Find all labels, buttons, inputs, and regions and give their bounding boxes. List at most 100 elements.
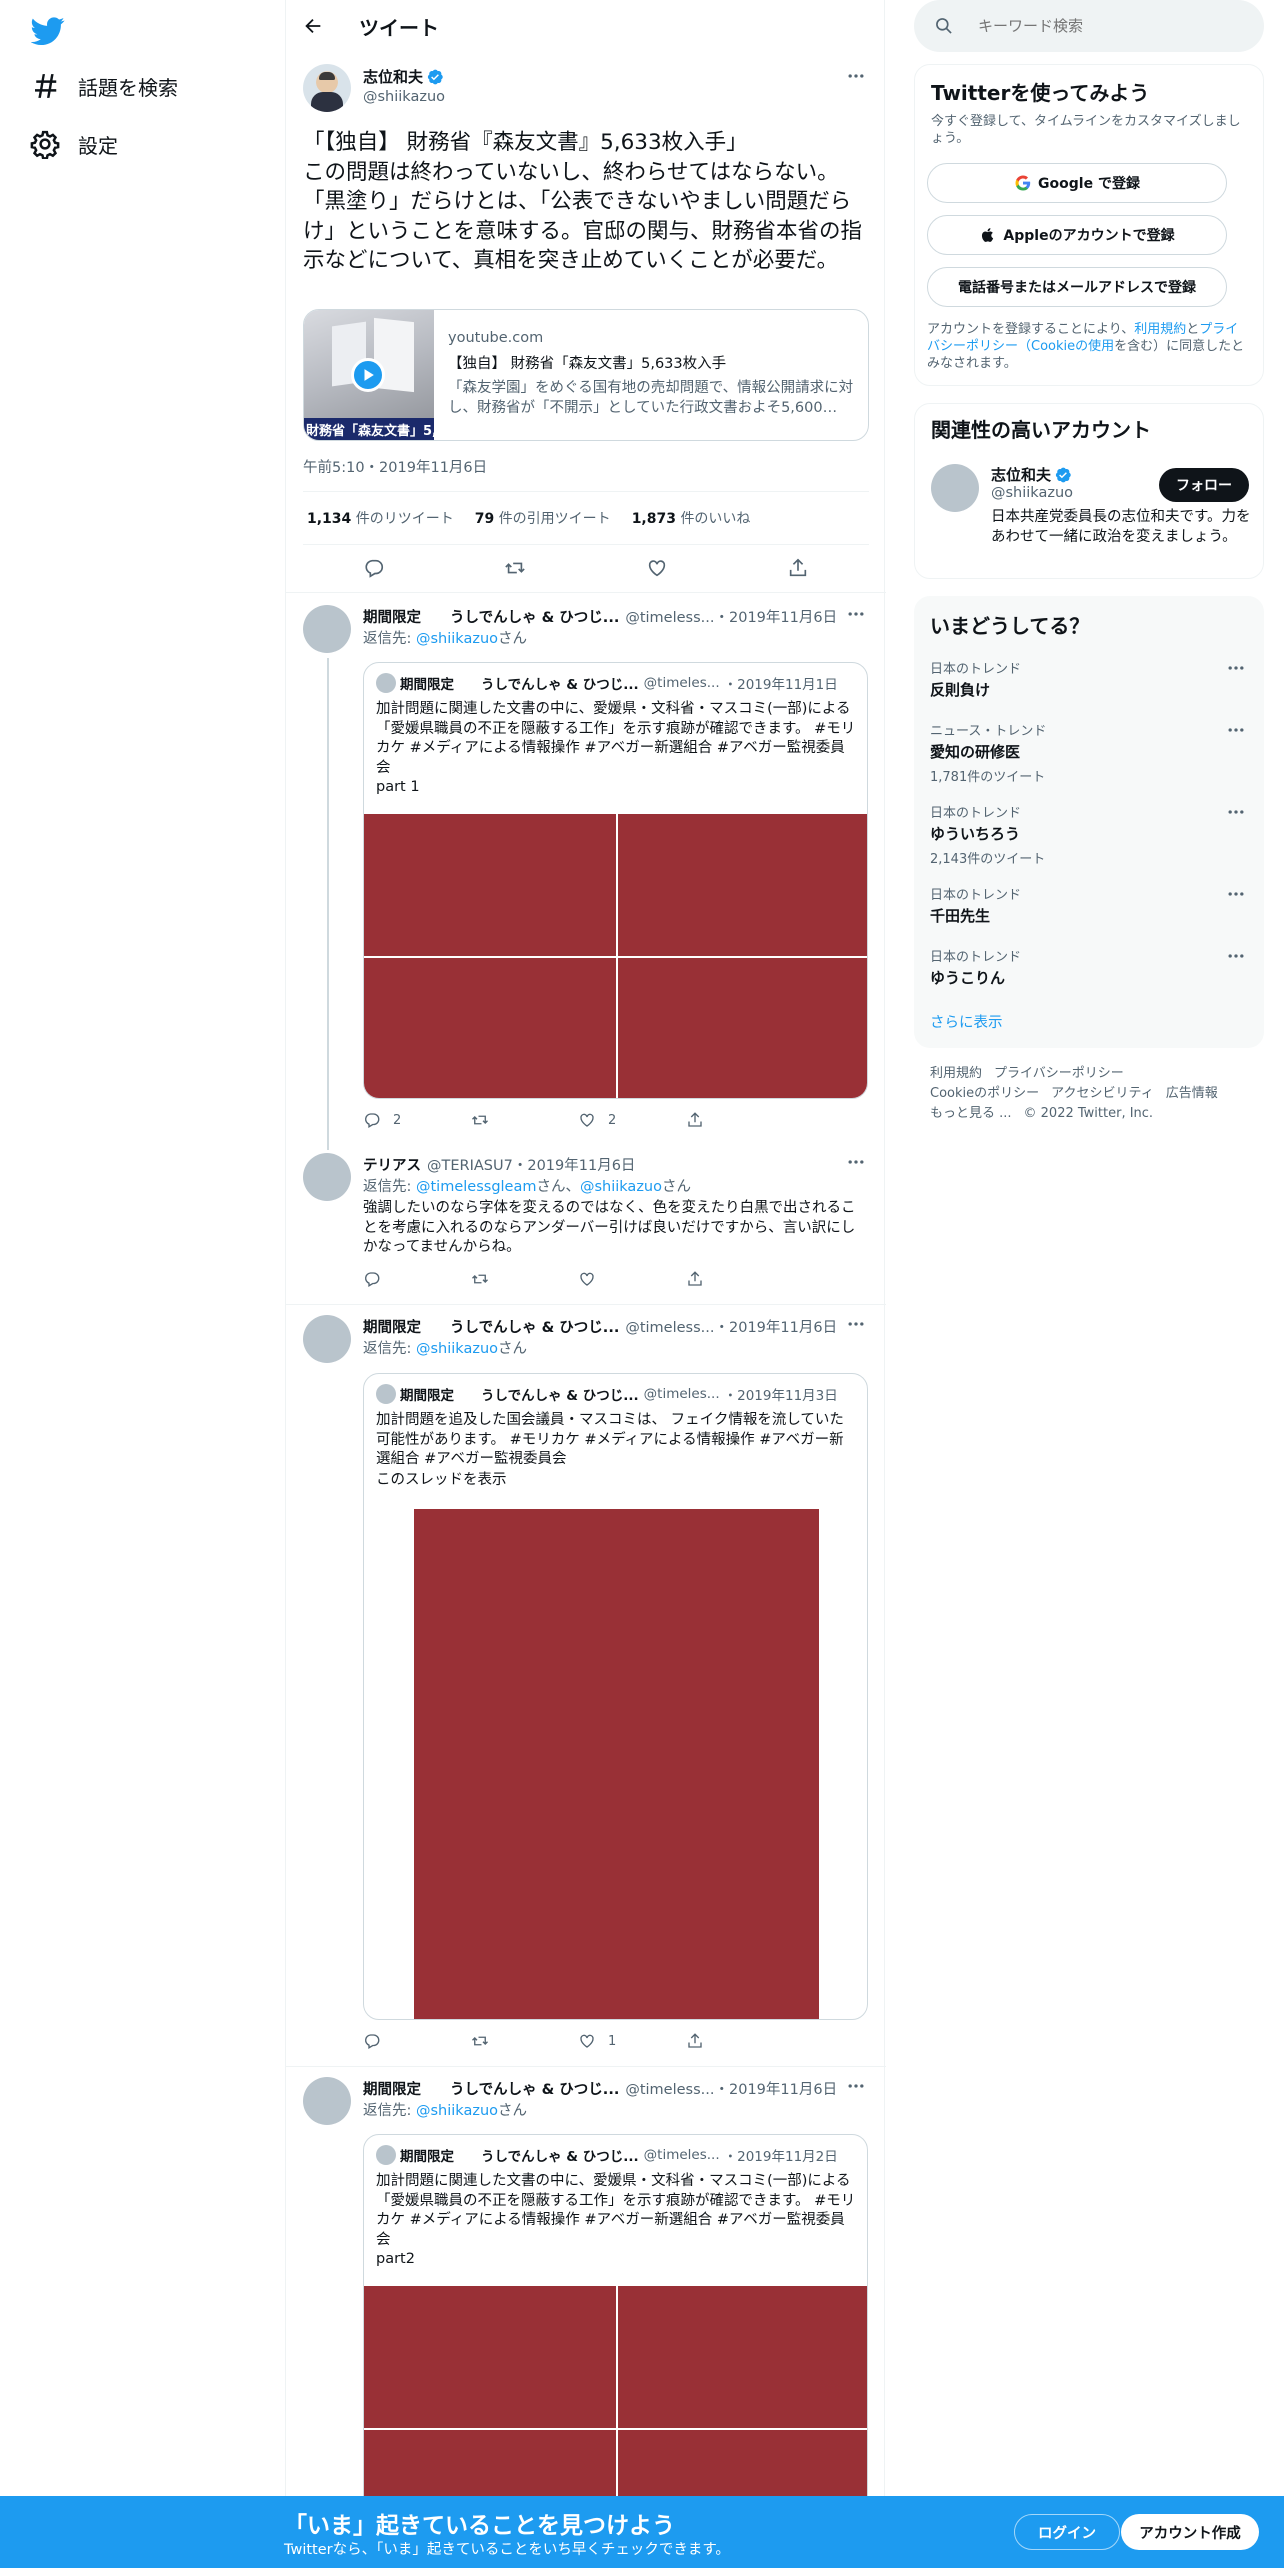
author-handle: @shiikazuo bbox=[363, 89, 446, 105]
media-image[interactable] bbox=[364, 957, 616, 1098]
trend-item[interactable]: 日本のトレンド ゆうこりん bbox=[930, 946, 1248, 988]
trend-item[interactable]: ニュース・トレンド 愛知の研修医 1,781件のツイート bbox=[930, 720, 1248, 785]
more-options-icon[interactable] bbox=[846, 2076, 870, 2100]
like-button[interactable] bbox=[578, 1270, 686, 1288]
quotes-count: 79 bbox=[474, 511, 495, 527]
trend-name: 反則負け bbox=[930, 681, 991, 699]
footer-accessibility-link[interactable]: アクセシビリティ bbox=[1051, 1086, 1154, 1101]
reply-icon[interactable] bbox=[363, 557, 385, 579]
trend-item[interactable]: 日本のトレンド ゆういちろう 2,143件のツイート bbox=[930, 802, 1248, 867]
like-button[interactable]: 1 bbox=[578, 2032, 686, 2050]
reply-author-name[interactable]: 期間限定 うしでんしゃ & ひつじ... bbox=[363, 2082, 619, 2098]
share-button[interactable] bbox=[686, 2032, 794, 2050]
reply-avatar[interactable] bbox=[303, 605, 351, 653]
search-icon bbox=[934, 16, 954, 36]
footer-more-link[interactable]: もっと見る ... bbox=[930, 1106, 1012, 1121]
author-avatar[interactable] bbox=[303, 64, 351, 112]
mention-link[interactable]: @shiikazuo bbox=[416, 631, 498, 647]
more-options-icon[interactable] bbox=[846, 66, 870, 90]
reply-author-name[interactable]: テリアス bbox=[363, 1158, 421, 1174]
show-thread-link[interactable]: このスレッドを表示 bbox=[376, 1471, 856, 1491]
quoted-tweet[interactable]: 期間限定 うしでんしゃ & ひつじ... @timeles... ・2019年1… bbox=[363, 1373, 868, 2020]
likes-stat[interactable]: 1,873 件のいいね bbox=[632, 508, 751, 528]
more-options-icon[interactable] bbox=[1226, 658, 1248, 680]
apple-signup-button[interactable]: Appleのアカウントで登録 bbox=[927, 215, 1227, 255]
like-icon[interactable] bbox=[646, 557, 668, 579]
retweet-button[interactable] bbox=[471, 1111, 579, 1129]
related-account-avatar[interactable] bbox=[931, 464, 979, 512]
reply-avatar[interactable] bbox=[303, 2077, 351, 2125]
apple-icon bbox=[982, 228, 994, 242]
more-options-icon[interactable] bbox=[1226, 720, 1248, 742]
footer-cookie-link[interactable]: Cookieのポリシー bbox=[930, 1086, 1039, 1101]
mention-link[interactable]: @shiikazuo bbox=[416, 1341, 498, 1357]
quotes-stat[interactable]: 79 件の引用ツイート bbox=[475, 508, 611, 528]
reply-button[interactable] bbox=[363, 1270, 471, 1288]
quoted-tweet[interactable]: 期間限定 うしでんしゃ & ひつじ... @timeles... ・2019年1… bbox=[363, 2134, 868, 2534]
media-image[interactable] bbox=[414, 1509, 819, 2019]
phone-email-signup-button[interactable]: 電話番号またはメールアドレスで登録 bbox=[927, 267, 1227, 307]
signup-legal-text: アカウントを登録することにより、利用規約とプライバシーポリシー（Cookieの使… bbox=[927, 321, 1247, 372]
link-card[interactable]: 財務省「森友文書」5,633 youtube.com 【独自】 財務省「森友文書… bbox=[303, 309, 869, 441]
more-options-icon[interactable] bbox=[846, 1152, 870, 1176]
reply-author-name[interactable]: 期間限定 うしでんしゃ & ひつじ... bbox=[363, 610, 619, 626]
share-button[interactable] bbox=[686, 1270, 794, 1288]
reply-button[interactable] bbox=[363, 2032, 471, 2050]
reply-author-name[interactable]: 期間限定 うしでんしゃ & ひつじ... bbox=[363, 1320, 619, 1336]
more-options-icon[interactable] bbox=[1226, 802, 1248, 824]
search-input[interactable] bbox=[978, 17, 1248, 35]
media-image[interactable] bbox=[617, 2286, 867, 2428]
login-button[interactable]: ログイン bbox=[1014, 2514, 1120, 2550]
more-options-icon[interactable] bbox=[846, 1314, 870, 1338]
retweets-stat[interactable]: 1,134 件のリツイート bbox=[307, 508, 454, 528]
reply-date[interactable]: ・2019年11月6日 bbox=[715, 1320, 838, 1336]
search-box[interactable] bbox=[914, 0, 1264, 52]
trend-item[interactable]: 日本のトレンド 反則負け bbox=[930, 658, 1248, 700]
google-signup-button[interactable]: Google で登録 bbox=[927, 163, 1227, 203]
share-icon[interactable] bbox=[787, 557, 809, 579]
reply-button[interactable]: 2 bbox=[363, 1111, 471, 1129]
footer-terms-link[interactable]: 利用規約 bbox=[930, 1066, 982, 1081]
media-image[interactable] bbox=[364, 814, 616, 956]
reply-date[interactable]: ・2019年11月6日 bbox=[715, 2082, 838, 2098]
media-image[interactable] bbox=[617, 957, 867, 1098]
mention-link[interactable]: @shiikazuo bbox=[580, 1179, 662, 1195]
reply-author-handle: @TERIASU7 bbox=[427, 1158, 513, 1174]
nav-settings[interactable]: 設定 bbox=[30, 124, 118, 164]
retweet-icon[interactable] bbox=[504, 557, 526, 579]
nav-explore[interactable]: 話題を検索 bbox=[30, 66, 178, 106]
quote-media-grid[interactable] bbox=[364, 814, 867, 1098]
trend-item[interactable]: 日本のトレンド 千田先生 bbox=[930, 884, 1248, 926]
more-options-icon[interactable] bbox=[846, 604, 870, 628]
quote-text: 加計問題に関連した文書の中に、愛媛県・文科省・マスコミ(一部)による「愛媛県職員… bbox=[376, 2173, 856, 2267]
quote-author-handle: @timeles... bbox=[643, 675, 720, 691]
show-more-link[interactable]: さらに表示 bbox=[930, 1011, 1003, 1032]
terms-link[interactable]: 利用規約 bbox=[1134, 322, 1186, 337]
like-button[interactable]: 2 bbox=[578, 1111, 686, 1129]
retweet-button[interactable] bbox=[471, 2032, 579, 2050]
reply-avatar[interactable] bbox=[303, 1153, 351, 1201]
reply-avatar[interactable] bbox=[303, 1315, 351, 1363]
mention-link[interactable]: @timelessgleam bbox=[416, 1179, 536, 1195]
reply-date[interactable]: ・2019年11月6日 bbox=[513, 1158, 636, 1174]
quoted-tweet[interactable]: 期間限定 うしでんしゃ & ひつじ... @timeles... ・2019年1… bbox=[363, 662, 868, 1099]
footer-ads-link[interactable]: 広告情報 bbox=[1166, 1086, 1218, 1101]
media-image[interactable] bbox=[364, 2286, 616, 2428]
media-image[interactable] bbox=[617, 814, 867, 956]
signup-button[interactable]: アカウント作成 bbox=[1121, 2514, 1259, 2550]
tweet-timestamp[interactable]: 午前5:10・2019年11月6日 bbox=[303, 456, 487, 477]
share-button[interactable] bbox=[686, 1111, 794, 1129]
twitter-bird-icon[interactable] bbox=[31, 14, 65, 48]
footer-privacy-link[interactable]: プライバシーポリシー bbox=[994, 1066, 1124, 1081]
follow-button[interactable]: フォロー bbox=[1159, 468, 1249, 502]
thread-connector bbox=[327, 658, 329, 1150]
more-options-icon[interactable] bbox=[1226, 946, 1248, 968]
quote-date: ・2019年11月3日 bbox=[723, 1388, 838, 1404]
related-account-name-row[interactable]: 志位和夫 bbox=[991, 464, 1072, 485]
mention-link[interactable]: @shiikazuo bbox=[416, 2103, 498, 2119]
author-name-row[interactable]: 志位和夫 bbox=[363, 66, 444, 87]
back-arrow-icon[interactable] bbox=[302, 15, 326, 39]
retweet-button[interactable] bbox=[471, 1270, 579, 1288]
reply-date[interactable]: ・2019年11月6日 bbox=[715, 610, 838, 626]
more-options-icon[interactable] bbox=[1226, 884, 1248, 906]
